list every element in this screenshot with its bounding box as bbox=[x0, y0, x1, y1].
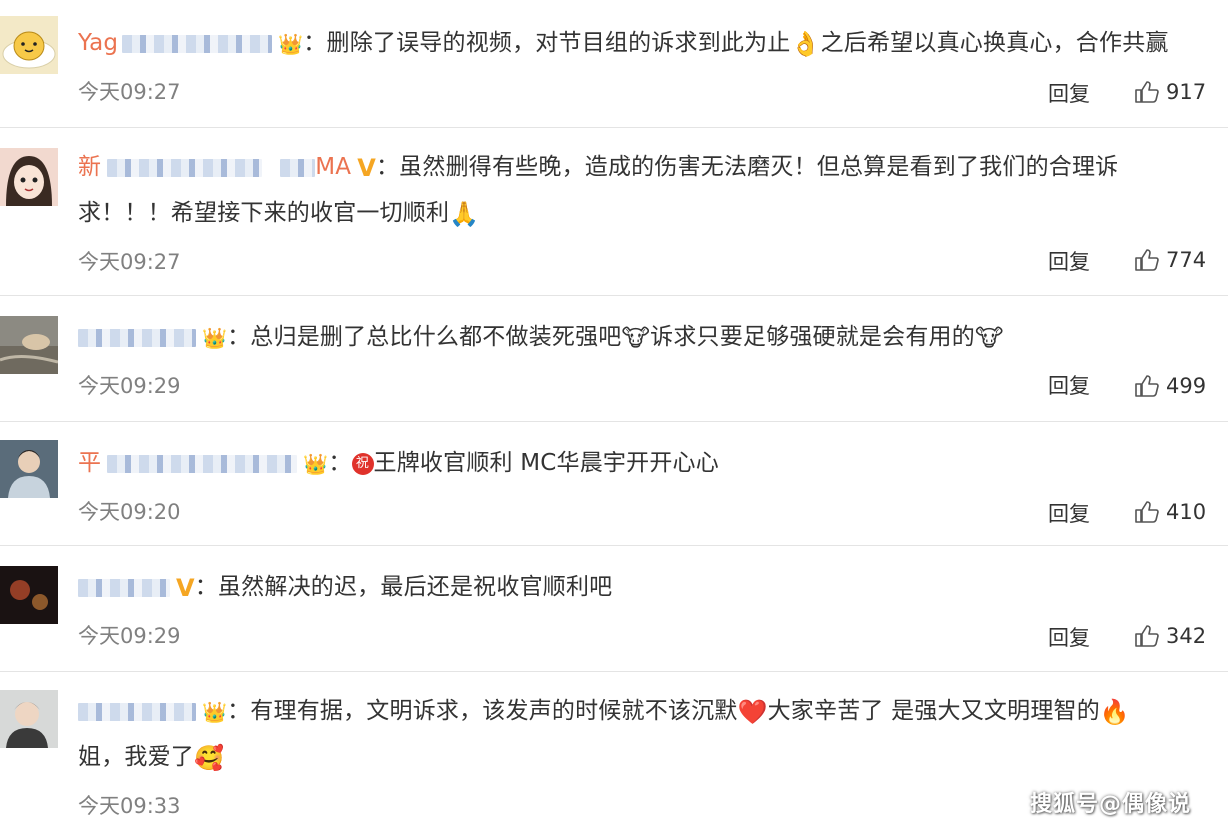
avatar-person-icon bbox=[0, 690, 58, 748]
comment-4: 平 👑：祝王牌收官顺利 MC华晨宇开开心心 今天09:20 回复 410 bbox=[0, 422, 1228, 546]
comment-body: ：删除了误导的视频，对节目组的诉求到此为止 bbox=[303, 30, 791, 56]
comment-5: V：虽然解决的迟，最后还是祝收官顺利吧 今天09:29 回复 342 bbox=[0, 546, 1228, 672]
like-button[interactable]: 499 bbox=[1134, 374, 1206, 398]
reply-button[interactable]: 回复 bbox=[1048, 246, 1090, 276]
heart-icon: ❤️ bbox=[737, 697, 768, 726]
reply-button[interactable]: 回复 bbox=[1048, 622, 1090, 652]
comment-body: ：总归是删了总比什么都不做装死强吧 bbox=[227, 324, 622, 350]
reply-button[interactable]: 回复 bbox=[1048, 78, 1090, 108]
reply-button[interactable]: 回复 bbox=[1048, 498, 1090, 528]
verified-v-icon: V bbox=[357, 153, 376, 182]
like-count: 342 bbox=[1166, 624, 1207, 648]
thumbs-up-icon bbox=[1135, 81, 1159, 103]
reply-button[interactable]: 回复 bbox=[1048, 370, 1090, 400]
comment-body-continued: 大家辛苦了 是强大又文明理智的 bbox=[767, 698, 1100, 724]
comment-colon: ： bbox=[328, 450, 352, 476]
blessing-badge-icon: 祝 bbox=[351, 452, 374, 475]
timestamp: 今天09:33 bbox=[78, 794, 181, 818]
comment-body: ：虽然解决的迟，最后还是祝收官顺利吧 bbox=[194, 574, 613, 600]
like-button[interactable]: 342 bbox=[1134, 624, 1206, 648]
watermark: 搜狐号@偶像说 bbox=[1030, 792, 1192, 817]
comment-text: V：虽然解决的迟，最后还是祝收官顺利吧 bbox=[78, 564, 1198, 610]
verified-v-icon: V bbox=[176, 573, 195, 602]
praying-hands-icon: 🙏 bbox=[449, 199, 480, 228]
timestamp: 今天09:27 bbox=[78, 250, 181, 274]
comment-body-continued: 诉求只要足够强硬就是会有用的 bbox=[650, 324, 975, 350]
thumbs-up-icon bbox=[1135, 375, 1159, 397]
avatar-egg-icon bbox=[0, 16, 58, 74]
avatar-photo-icon bbox=[0, 316, 58, 374]
cow-face-icon: 🐮 bbox=[974, 323, 1004, 352]
like-button[interactable]: 774 bbox=[1134, 248, 1206, 272]
avatar-dark-photo-icon bbox=[0, 566, 58, 624]
like-count: 499 bbox=[1166, 374, 1207, 398]
comment-text: Yag 👑：删除了误导的视频，对节目组的诉求到此为止👌之后希望以真心换真心，合作共… bbox=[78, 20, 1198, 66]
avatar[interactable] bbox=[0, 16, 58, 74]
comment-body: ：虽然删得有些晚，造成的伤害无法磨灭！但总算是看到了我们的合理诉 bbox=[375, 154, 1119, 180]
timestamp: 今天09:29 bbox=[78, 374, 181, 398]
username[interactable] bbox=[78, 574, 170, 600]
like-button[interactable]: 917 bbox=[1134, 80, 1206, 104]
comment-text: 平 👑：祝王牌收官顺利 MC华晨宇开开心心 bbox=[78, 440, 1198, 486]
ok-hand-icon: 👌 bbox=[790, 29, 821, 58]
cow-face-icon: 🐮 bbox=[621, 323, 651, 352]
crown-badge-icon: 👑 bbox=[202, 325, 228, 350]
timestamp: 今天09:20 bbox=[78, 500, 181, 524]
avatar[interactable] bbox=[0, 148, 58, 206]
username[interactable] bbox=[78, 698, 196, 724]
comment-body: 王牌收官顺利 MC华晨宇开开心心 bbox=[373, 450, 719, 476]
crown-badge-icon: 👑 bbox=[303, 451, 329, 476]
username[interactable]: 平 bbox=[78, 450, 298, 476]
thumbs-up-icon bbox=[1135, 501, 1159, 523]
comment-text: 新 MA V：虽然删得有些晚，造成的伤害无法磨灭！但总算是看到了我们的合理诉 求！！… bbox=[78, 144, 1198, 236]
comment-text: 👑：有理有据，文明诉求，该发声的时候就不该沉默❤️大家辛苦了 是强大又文明理智的… bbox=[78, 688, 1198, 780]
avatar[interactable] bbox=[0, 440, 58, 498]
love-face-icon: 🥰 bbox=[194, 743, 225, 772]
thumbs-up-icon bbox=[1135, 249, 1159, 271]
comment-text: 👑：总归是删了总比什么都不做装死强吧🐮诉求只要足够强硬就是会有用的🐮 bbox=[78, 314, 1198, 360]
avatar[interactable] bbox=[0, 566, 58, 624]
like-count: 774 bbox=[1166, 248, 1207, 272]
comment-body-line-2: 姐，我爱了 bbox=[78, 744, 194, 770]
comment-2: 新 MA V：虽然删得有些晚，造成的伤害无法磨灭！但总算是看到了我们的合理诉 求！！… bbox=[0, 128, 1228, 296]
username[interactable] bbox=[78, 324, 196, 350]
avatar[interactable] bbox=[0, 316, 58, 374]
like-button[interactable]: 410 bbox=[1134, 500, 1206, 524]
avatar-girl-icon bbox=[0, 148, 58, 206]
avatar[interactable] bbox=[0, 690, 58, 748]
comment-body-continued: 之后希望以真心换真心，合作共赢 bbox=[820, 30, 1169, 56]
timestamp: 今天09:29 bbox=[78, 624, 181, 648]
username[interactable]: 新 MA bbox=[78, 154, 351, 180]
avatar-person-icon bbox=[0, 440, 58, 498]
crown-badge-icon: 👑 bbox=[202, 699, 228, 724]
fire-icon: 🔥 bbox=[1099, 697, 1131, 726]
thumbs-up-icon bbox=[1135, 625, 1159, 647]
comment-body-continued: 求！！！希望接下来的收官一切顺利 bbox=[78, 200, 450, 226]
comment-1: Yag 👑：删除了误导的视频，对节目组的诉求到此为止👌之后希望以真心换真心，合作共… bbox=[0, 0, 1228, 128]
comment-3: 👑：总归是删了总比什么都不做装死强吧🐮诉求只要足够强硬就是会有用的🐮 今天09:… bbox=[0, 296, 1228, 422]
comment-body: ：有理有据，文明诉求，该发声的时候就不该沉默 bbox=[227, 698, 738, 724]
crown-badge-icon: 👑 bbox=[278, 31, 304, 56]
like-count: 917 bbox=[1166, 80, 1207, 104]
username[interactable]: Yag bbox=[78, 30, 273, 56]
like-count: 410 bbox=[1166, 500, 1207, 524]
timestamp: 今天09:27 bbox=[78, 80, 181, 104]
